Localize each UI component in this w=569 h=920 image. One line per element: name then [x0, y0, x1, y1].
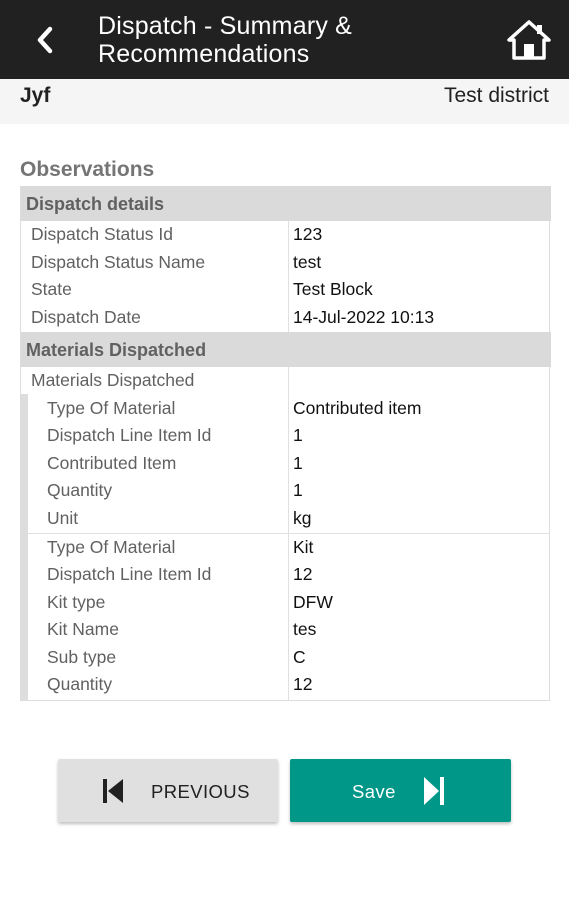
row-value: kg	[293, 507, 312, 528]
skip-previous-icon	[102, 778, 124, 809]
row-key: Dispatch Date	[31, 306, 141, 327]
row-key: Kit type	[47, 591, 106, 612]
row-key: Dispatch Status Name	[31, 251, 206, 272]
save-button[interactable]: Save	[290, 759, 511, 822]
table-row: Type Of Material Kit	[21, 534, 551, 562]
row-key: Dispatch Status Id	[31, 224, 174, 244]
dispatch-details-header: Dispatch details	[21, 186, 551, 221]
table-row: Unit kg	[21, 505, 551, 533]
row-value: 1	[293, 452, 303, 473]
row-value: 12	[293, 674, 313, 694]
skip-next-icon	[423, 776, 445, 811]
table-row: Quantity 12	[21, 671, 551, 699]
row-key: Kit Name	[47, 619, 119, 639]
table-row: State Test Block	[21, 276, 551, 304]
table-row: Materials Dispatched	[21, 367, 551, 395]
previous-button[interactable]: PREVIOUS	[58, 759, 278, 822]
table-row: Dispatch Status Id 123	[21, 221, 551, 249]
previous-button-label: PREVIOUS	[151, 781, 250, 802]
page-title-line-2: Recommendations	[98, 40, 310, 68]
context-name: Jyf	[20, 84, 51, 107]
row-value: 123	[293, 224, 323, 244]
back-button[interactable]	[28, 22, 62, 58]
row-value: DFW	[293, 591, 333, 612]
table-row: Dispatch Line Item Id 12	[21, 561, 551, 589]
row-key: Type Of Material	[47, 536, 176, 557]
table-row: Dispatch Date 14-Jul-2022 10:13	[21, 304, 551, 332]
row-value: 1	[293, 480, 303, 500]
row-value: Contributed item	[293, 397, 422, 418]
table-row: Type Of Material Contributed item	[21, 395, 551, 423]
table-row: Kit type DFW	[21, 589, 551, 617]
row-key: State	[31, 279, 72, 299]
row-key: Dispatch Line Item Id	[47, 425, 212, 445]
row-key: Quantity	[47, 480, 113, 500]
row-value: tes	[293, 619, 317, 639]
save-button-label: Save	[352, 781, 396, 802]
row-key: Unit	[47, 507, 79, 528]
home-button[interactable]	[506, 18, 552, 62]
app-bar: Dispatch - Summary & Recommendations	[0, 0, 569, 79]
table-row: Sub type C	[21, 644, 551, 672]
row-key: Sub type	[47, 646, 117, 667]
page-title-line-1: Dispatch - Summary &	[98, 12, 353, 40]
row-key: Contributed Item	[47, 452, 177, 473]
row-value: 12	[293, 564, 313, 584]
table-row: Contributed Item 1	[21, 450, 551, 478]
table-row: Quantity 1	[21, 477, 551, 505]
row-value: 14-Jul-2022 10:13	[293, 306, 435, 327]
table-row: Dispatch Status Name test	[21, 249, 551, 277]
row-value: test	[293, 251, 322, 272]
table-row: Dispatch Line Item Id 1	[21, 422, 551, 450]
row-value: Kit	[293, 536, 314, 557]
observations-table: Dispatch details Dispatch Status Id 123 …	[20, 186, 551, 701]
row-value: Test Block	[293, 279, 373, 299]
table-row: Kit Name tes	[21, 616, 551, 644]
row-key: Dispatch Line Item Id	[47, 564, 212, 584]
row-value: C	[293, 646, 306, 667]
page-title: Dispatch - Summary & Recommendations	[98, 12, 468, 68]
materials-dispatched-header: Materials Dispatched	[21, 332, 551, 367]
row-key: Type Of Material	[47, 397, 176, 418]
chevron-left-icon	[37, 26, 53, 54]
context-district: Test district	[443, 84, 549, 107]
row-value: 1	[293, 425, 303, 445]
materials-sub-label: Materials Dispatched	[31, 370, 195, 390]
observations-title: Observations	[20, 158, 155, 181]
home-icon	[507, 20, 551, 60]
row-key: Quantity	[47, 674, 113, 694]
